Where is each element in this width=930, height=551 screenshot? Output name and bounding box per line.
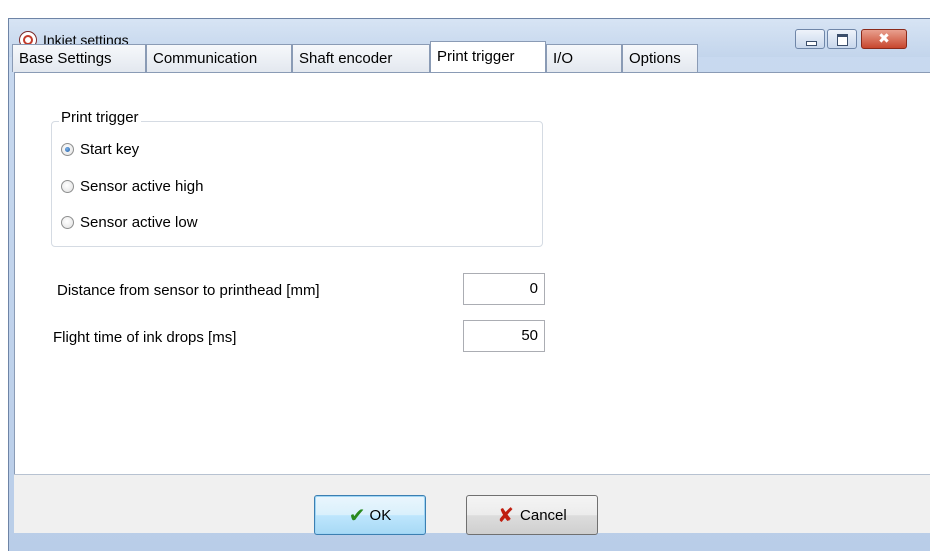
distance-label: Distance from sensor to printhead [mm] — [57, 282, 320, 299]
tab-options[interactable]: Options — [622, 44, 698, 72]
print-trigger-group-title: Print trigger — [59, 109, 141, 126]
tab-content-panel: Print trigger Start key Sensor active hi… — [14, 72, 930, 474]
button-bar: ✔ OK ✘ Cancel — [14, 474, 930, 535]
ok-button-label: OK — [369, 506, 392, 524]
tab-communication[interactable]: Communication — [146, 44, 292, 72]
radio-checked-icon[interactable] — [61, 143, 74, 156]
radio-sensor-active-low[interactable]: Sensor active low — [61, 214, 198, 231]
cancel-button-label: Cancel — [520, 506, 567, 524]
radio-sensor-active-high[interactable]: Sensor active high — [61, 178, 203, 195]
flight-time-label: Flight time of ink drops [ms] — [53, 329, 237, 346]
cancel-x-icon: ✘ — [497, 503, 515, 527]
flight-time-input[interactable]: 50 — [463, 320, 545, 352]
tab-io[interactable]: I/O — [546, 44, 622, 72]
tab-print-trigger[interactable]: Print trigger — [430, 41, 546, 72]
cancel-button[interactable]: ✘ Cancel — [466, 495, 598, 535]
tab-shaft-encoder[interactable]: Shaft encoder — [292, 44, 430, 72]
tab-strip: Base Settings Communication Shaft encode… — [12, 41, 930, 72]
radio-unchecked-icon[interactable] — [61, 216, 74, 229]
radio-start-key[interactable]: Start key — [61, 141, 139, 158]
radio-unchecked-icon[interactable] — [61, 180, 74, 193]
distance-input[interactable]: 0 — [463, 273, 545, 305]
ok-button[interactable]: ✔ OK — [314, 495, 426, 535]
radio-start-key-label: Start key — [80, 141, 140, 158]
radio-sensor-active-high-label: Sensor active high — [80, 178, 204, 195]
radio-sensor-active-low-label: Sensor active low — [80, 214, 198, 231]
tab-base-settings[interactable]: Base Settings — [12, 44, 146, 72]
checkmark-icon: ✔ — [348, 503, 366, 527]
